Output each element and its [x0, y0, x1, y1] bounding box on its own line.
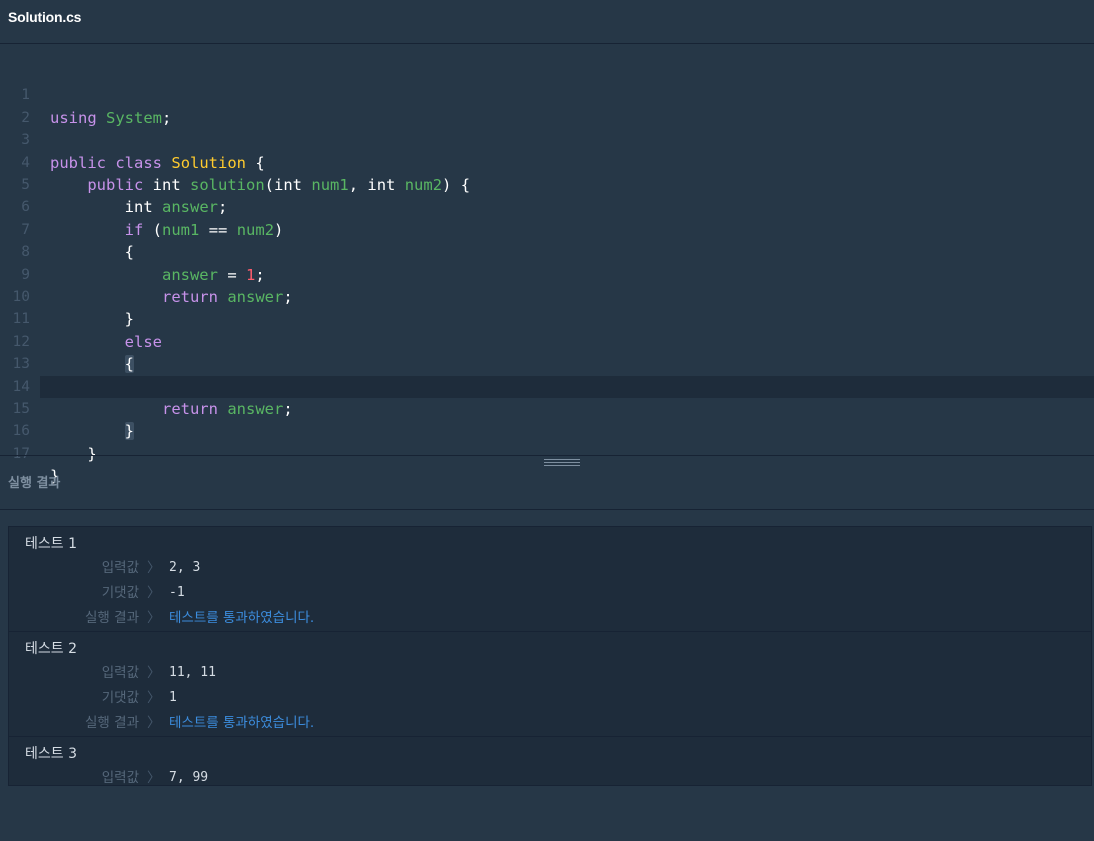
input-row: 입력값 〉 7, 99 [9, 768, 1089, 788]
code-line[interactable]: 3 public class Solution { [0, 107, 1094, 171]
code-line[interactable]: 2 [0, 84, 1094, 126]
chevron-right-icon: 〉 [147, 610, 161, 626]
drag-handle-icon[interactable] [544, 459, 580, 468]
expected-label: 기댓값 [101, 585, 139, 601]
test-title: 테스트 2 [25, 641, 77, 657]
test-case: 테스트 2 입력값 〉 11, 11 기댓값 〉 1 실행 결과 〉 테스트를 … [9, 632, 1091, 737]
line-number: 17 [12, 445, 30, 462]
file-header: Solution.cs [0, 0, 1094, 44]
expected-label: 기댓값 [101, 690, 139, 706]
test-title: 테스트 3 [25, 746, 77, 762]
code-line[interactable]: 10 } [0, 264, 1094, 328]
code-line[interactable]: 1 using System; [0, 62, 1094, 126]
test-case: 테스트 1 입력값 〉 2, 3 기댓값 〉 -1 실행 결과 〉 테스트를 통… [9, 527, 1091, 632]
result-value: 테스트를 통과하였습니다. [169, 715, 315, 731]
code-line[interactable]: 6 if (num1 == num2) [0, 174, 1094, 238]
code-editor[interactable]: 1 using System; 2 3 public class Solutio… [0, 45, 1094, 485]
code-line[interactable]: 11 else [0, 286, 1094, 350]
input-label: 입력값 [101, 770, 139, 786]
chevron-right-icon: 〉 [147, 770, 161, 786]
input-value: 11, 11 [169, 665, 216, 680]
code-line[interactable]: 13 answer = -1; [0, 331, 1094, 395]
results-panel: 테스트 1 입력값 〉 2, 3 기댓값 〉 -1 실행 결과 〉 테스트를 통… [8, 526, 1092, 786]
result-row: 실행 결과 〉 테스트를 통과하였습니다. [9, 713, 1089, 733]
result-label: 실행 결과 [85, 610, 139, 626]
input-value: 2, 3 [169, 560, 201, 575]
chevron-right-icon: 〉 [147, 560, 161, 576]
test-case: 테스트 3 입력값 〉 7, 99 [9, 737, 1091, 841]
chevron-right-icon: 〉 [147, 665, 161, 681]
panel-splitter [0, 455, 1094, 456]
results-divider [0, 509, 1094, 510]
test-title: 테스트 1 [25, 536, 77, 552]
chevron-right-icon: 〉 [147, 715, 161, 731]
code-line-active[interactable]: 15 } [13, 375, 1094, 441]
chevron-right-icon: 〉 [147, 690, 161, 706]
code-line[interactable]: 17 } [0, 420, 1094, 485]
code-line[interactable]: 4 public int solution(int num1, int num2… [0, 129, 1094, 194]
code-line[interactable]: 7 { [0, 196, 1094, 261]
file-title: Solution.cs [8, 9, 82, 25]
input-row: 입력값 〉 2, 3 [9, 558, 1089, 578]
input-label: 입력값 [101, 665, 139, 681]
expected-row: 기댓값 〉 -1 [9, 583, 1089, 603]
result-row: 실행 결과 〉 테스트를 통과하였습니다. [9, 608, 1089, 628]
result-label: 실행 결과 [85, 715, 139, 731]
code-line[interactable]: 9 return answer; [0, 241, 1094, 306]
expected-value: -1 [169, 585, 185, 600]
code-line[interactable]: 16 } [0, 398, 1094, 462]
code-line[interactable]: 8 answer = 1; [0, 219, 1094, 283]
code-line[interactable]: 14 return answer; [0, 353, 1094, 418]
line-number: 14 [12, 378, 30, 395]
code-line[interactable]: 5 int answer; [0, 152, 1094, 216]
code-line[interactable]: 12 { [0, 308, 1094, 374]
input-label: 입력값 [101, 560, 139, 576]
input-row: 입력값 〉 11, 11 [9, 663, 1089, 683]
expected-value: 1 [169, 690, 177, 705]
punct: } [87, 444, 97, 463]
result-value: 테스트를 통과하였습니다. [169, 610, 315, 626]
expected-row: 기댓값 〉 1 [9, 688, 1089, 708]
results-title: 실행 결과 [8, 476, 61, 491]
chevron-right-icon: 〉 [147, 585, 161, 601]
input-value: 7, 99 [169, 770, 209, 785]
